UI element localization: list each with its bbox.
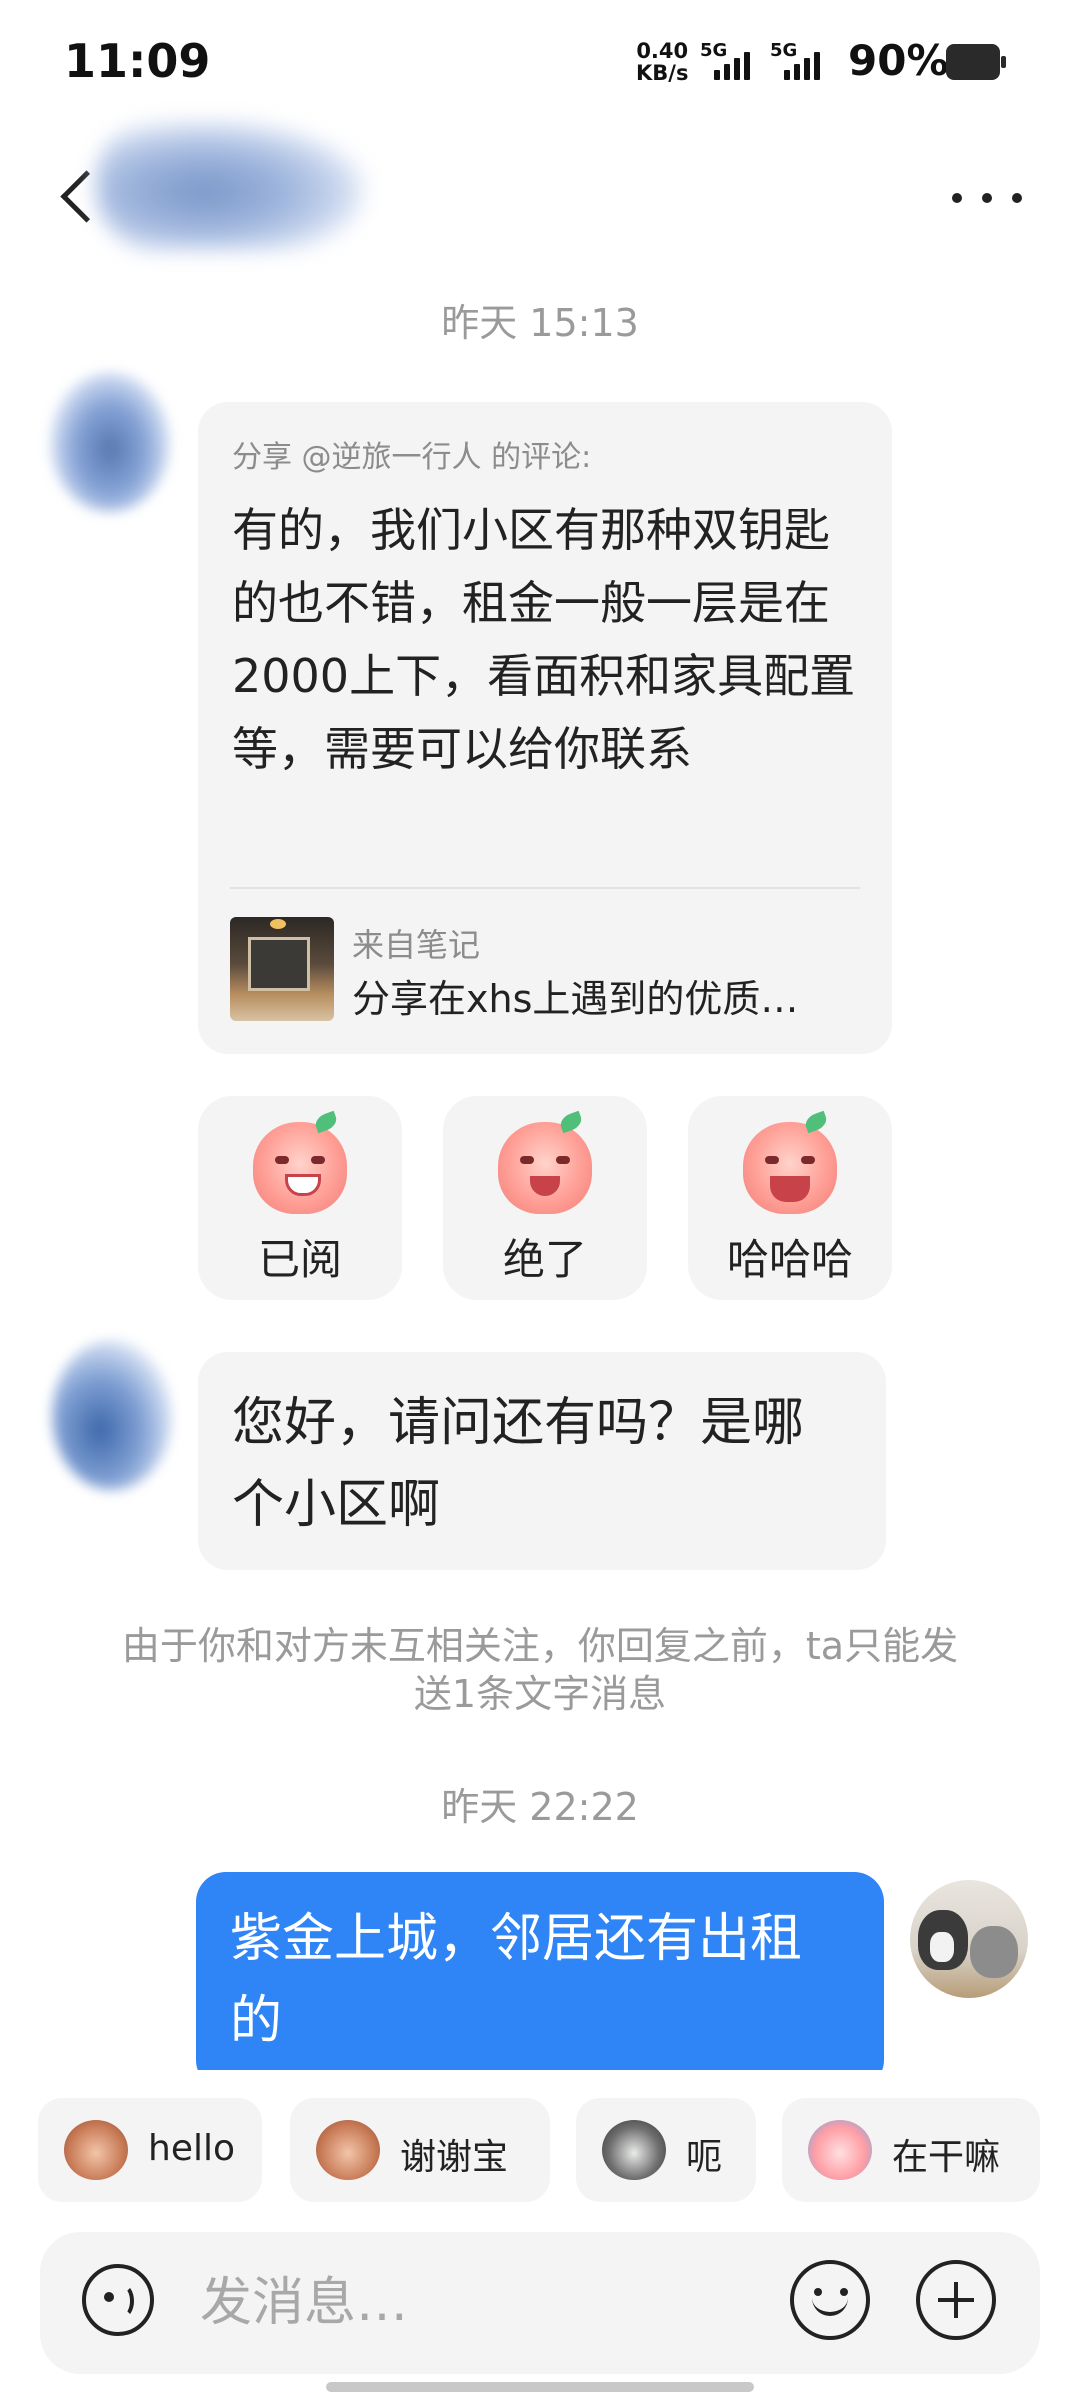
signal-strength-icon: 5G xyxy=(700,40,766,82)
peach-mask-emoji-icon xyxy=(253,1110,347,1214)
monkey-icon xyxy=(64,2120,128,2180)
note-title[interactable]: 分享在xhs上遇到的优质… xyxy=(352,968,852,1023)
more-options-button[interactable] xyxy=(952,178,1022,218)
network-speed-unit: KB/s xyxy=(636,61,689,85)
reaction-card-awesome[interactable]: 绝了 xyxy=(443,1096,647,1300)
message-timestamp: 昨天 22:22 xyxy=(441,1785,639,1829)
emoji-icon[interactable] xyxy=(790,2260,870,2340)
quick-reply-label: hello xyxy=(148,2128,235,2169)
peach-thumbs-up-emoji-icon xyxy=(498,1110,592,1214)
quick-reply-what-doing[interactable]: 在干嘛 xyxy=(782,2098,1040,2202)
reaction-label: 哈哈哈 xyxy=(726,1235,853,1284)
incoming-message-text: 您好，请问还有吗？是哪个小区啊 xyxy=(232,1393,805,1535)
shared-comment-text: 有的，我们小区有那种双钥匙的也不错，租金一般一层是在2000上下，看面积和家具配… xyxy=(232,503,856,776)
outgoing-message-bubble[interactable]: 紫金上城，邻居还有出租的 xyxy=(196,1872,884,2090)
shared-comment-card[interactable]: 分享 @逆旅一行人 的评论: 有的，我们小区有那种双钥匙的也不错，租金一般一层是… xyxy=(198,402,892,1054)
signal-strength-icon: 5G xyxy=(770,40,836,82)
message-timestamp: 昨天 15:13 xyxy=(441,301,639,345)
note-thumbnail[interactable] xyxy=(230,917,334,1021)
divider xyxy=(230,887,860,889)
cat-icon xyxy=(602,2120,666,2180)
reaction-label: 绝了 xyxy=(502,1235,587,1284)
network-speed: 0.40 KB/s xyxy=(636,40,688,84)
peach-laugh-emoji-icon xyxy=(743,1110,837,1214)
incoming-message-bubble[interactable]: 您好，请问还有吗？是哪个小区啊 xyxy=(198,1352,886,1570)
quick-reply-label: 呃 xyxy=(686,2137,723,2178)
reaction-card-read[interactable]: 已阅 xyxy=(198,1096,402,1300)
peach-magnifier-icon xyxy=(808,2120,872,2180)
contact-avatar[interactable] xyxy=(50,372,170,512)
system-notice: 由于你和对方未互相关注，你回复之前，ta只能发送1条文字消息 xyxy=(121,1624,959,1716)
message-input[interactable] xyxy=(198,2252,762,2354)
message-composer xyxy=(40,2232,1040,2374)
quick-reply-label: 在干嘛 xyxy=(892,2137,1001,2178)
voice-icon[interactable] xyxy=(82,2264,154,2336)
plus-icon[interactable] xyxy=(916,2260,996,2340)
outgoing-message-text: 紫金上城，邻居还有出租的 xyxy=(230,1909,803,2051)
quick-reply-label: 谢谢宝 xyxy=(400,2137,509,2178)
home-indicator[interactable] xyxy=(326,2382,754,2392)
contact-name-blurred[interactable] xyxy=(96,120,366,250)
network-speed-value: 0.40 xyxy=(636,39,689,63)
reaction-card-laugh[interactable]: 哈哈哈 xyxy=(688,1096,892,1300)
more-horizontal-icon xyxy=(952,193,962,203)
my-avatar[interactable] xyxy=(910,1880,1028,1998)
note-source-label: 来自笔记 xyxy=(352,926,481,964)
battery-icon xyxy=(946,44,1006,80)
battery-percent: 90% xyxy=(848,36,949,85)
quick-reply-hello[interactable]: hello xyxy=(38,2098,262,2202)
quick-reply-uh[interactable]: 呃 xyxy=(576,2098,756,2202)
contact-avatar[interactable] xyxy=(52,1340,172,1490)
share-header: 分享 @逆旅一行人 的评论: xyxy=(232,440,592,475)
quick-reply-thanks[interactable]: 谢谢宝 xyxy=(290,2098,550,2202)
status-time: 11:09 xyxy=(64,34,211,88)
reaction-label: 已阅 xyxy=(257,1235,342,1284)
monkey-flower-icon xyxy=(316,2120,380,2180)
